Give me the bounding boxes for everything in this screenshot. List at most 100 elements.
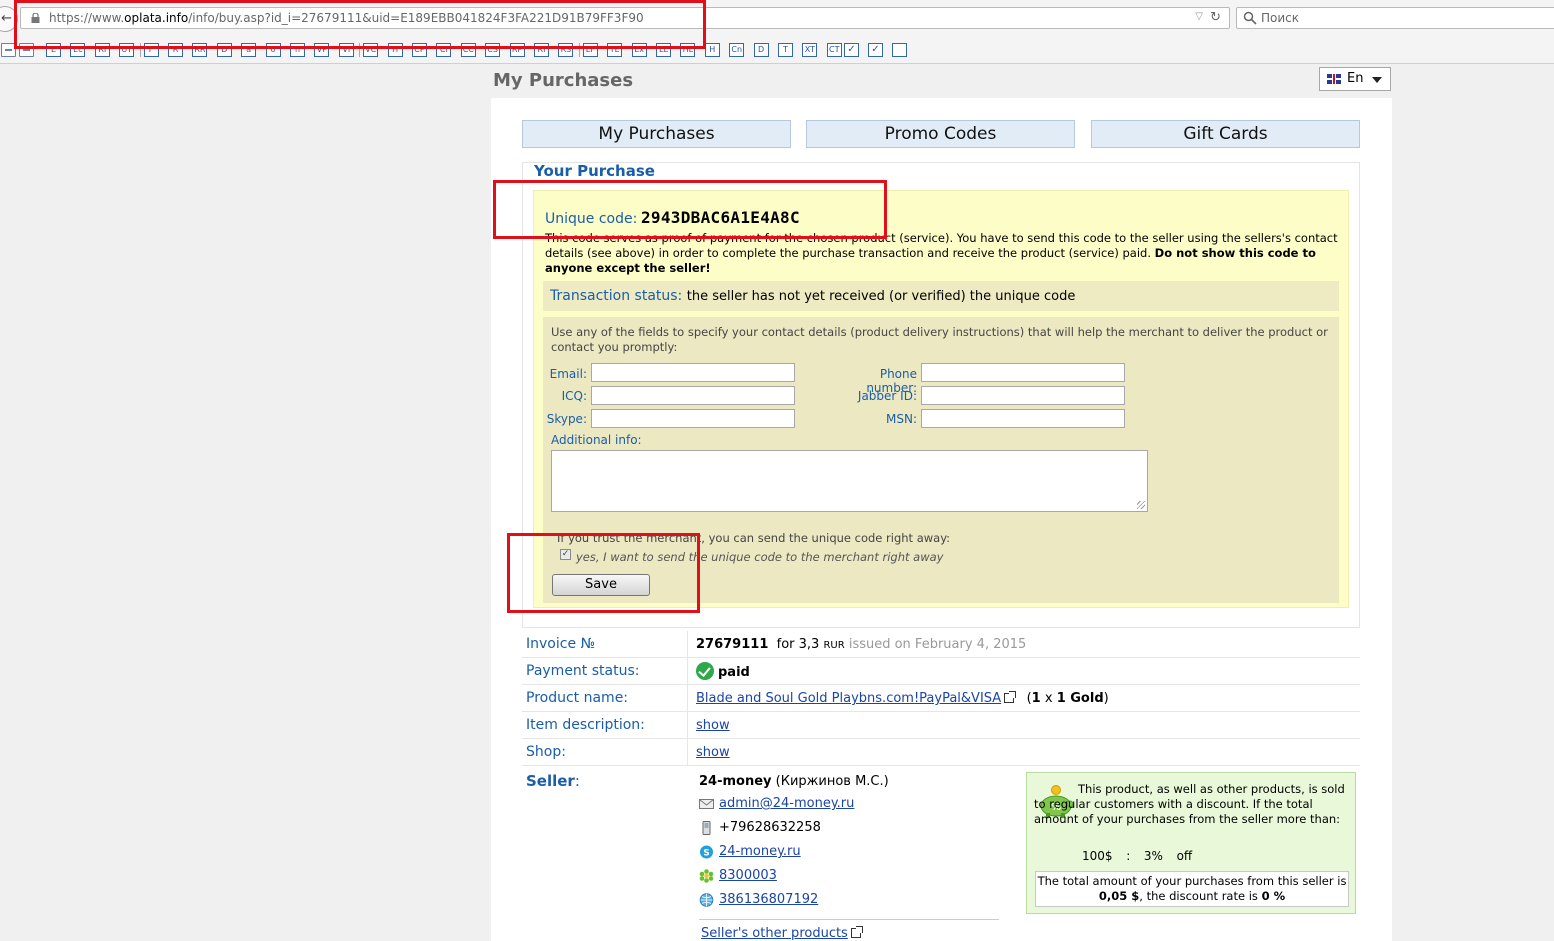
toolbar-toggle-icon[interactable]: ✓ [844,43,859,57]
purchase-legend: Your Purchase [534,162,655,180]
toolbar-button-33[interactable]: CT [826,43,842,57]
payment-value: paid [696,662,750,680]
toolbar-button-29[interactable]: Cn [729,43,745,57]
msn-label: MSN: [886,412,917,426]
seller-label-colon: : [574,772,580,790]
toolbar-button-14[interactable]: VC [363,43,379,57]
toolbar-button-22[interactable]: RS [558,43,574,57]
icq-field[interactable] [591,386,795,405]
shop-show-link[interactable]: show [696,745,730,760]
toolbar-button-26[interactable]: LL [656,43,671,57]
send-code-checkbox[interactable]: ✓ [560,549,571,560]
discount-total-mid: , the discount rate is [1139,889,1258,903]
row-divider [687,712,688,738]
toolbar-button-20[interactable]: RP [509,43,525,57]
email-label: Email: [549,367,587,381]
language-select[interactable]: En [1319,67,1391,91]
invoice-value: 27679111 for 3,3 RUR issued on February … [696,637,1026,652]
toolbar-button-16[interactable]: CP [412,43,427,57]
item-description-show-link[interactable]: show [696,718,730,733]
toolbar-button-9[interactable]: a [241,43,257,57]
item-description-row: Item description: show [522,712,1360,739]
product-qty-close: ) [1103,691,1109,706]
toolbar-button-5[interactable]: F [143,43,159,57]
back-button[interactable]: ← [0,6,18,32]
seller-jabber-link[interactable]: 386136807192 [719,892,818,907]
save-button[interactable]: Save [552,574,650,596]
seller-label: Seller: [526,772,580,790]
search-placeholder: Поиск [1261,11,1300,25]
seller-skype-link[interactable]: 24-money.ru [719,844,801,859]
discount-total-rate: 0 % [1261,889,1286,903]
toolbar-button-7[interactable]: RR [192,43,208,57]
product-qty: 1 [1031,691,1041,706]
product-link[interactable]: Blade and Soul Gold Playbns.com!PayPal&V… [696,691,1001,706]
back-arrow-icon: ← [1,11,12,26]
toolbar-button-30[interactable]: D [753,43,769,57]
toolbar-button-18[interactable]: CC [460,43,476,57]
tab-promo-codes[interactable]: Promo Codes [806,120,1075,148]
jabber-field[interactable] [921,386,1125,405]
address-bar[interactable]: https://www.oplata.info/info/buy.asp?id_… [20,7,1230,29]
toolbar-button-23[interactable]: LF [582,43,598,57]
search-bar[interactable]: Поиск [1236,7,1554,29]
seller-icq-link[interactable]: 8300003 [719,868,777,883]
toolbar-button-3[interactable]: RI [94,43,110,57]
toolbar-button-32[interactable]: XT [802,43,818,57]
toolbar-button-1[interactable]: E [46,43,61,57]
seller-other-products-link[interactable]: Seller's other products [701,926,848,941]
external-link-icon[interactable] [850,926,863,938]
toolbar-button-13[interactable]: VI [338,43,354,57]
toolbar-button-21[interactable]: RI [534,43,549,57]
discount-total-prefix: The total amount of your purchases from … [1037,874,1347,888]
toolbar-button-31[interactable]: T [778,43,793,57]
toolbar-button-28[interactable]: H [704,43,720,57]
toolbar-button-6[interactable]: R [168,43,183,57]
skype-icon: S [700,845,713,859]
additional-info-textarea[interactable] [551,450,1148,512]
seller-email-link[interactable]: admin@24-money.ru [719,796,854,811]
toolbar-button-4[interactable]: UT [119,43,135,57]
tab-gift-cards[interactable]: Gift Cards [1091,120,1360,148]
toolbar-button-25[interactable]: Ex [631,43,647,57]
contact-form: Use any of the fields to specify your co… [543,317,1339,603]
reload-icon[interactable]: ↻ [1210,10,1221,25]
discount-off: off [1176,849,1193,863]
skype-field[interactable] [591,409,795,428]
phone-field[interactable] [921,363,1125,382]
toolbar-button-19[interactable]: CS [485,43,501,57]
discount-total-amount: 0,05 $ [1098,889,1140,903]
contact-intro: Use any of the fields to specify your co… [551,325,1328,354]
history-dropdown-icon[interactable]: ▽ [1195,11,1203,22]
send-code-label[interactable]: yes, I want to send the unique code to t… [576,550,943,564]
extension-toolbar: E Ec RI UT F R RR Da o n VP VI VC H CP CI CC CS RP RI RS LF TE… [0,41,1554,59]
toolbar-button-2[interactable]: Ec [70,43,86,57]
svg-text:S: S [703,849,709,859]
tab-my-purchases[interactable]: My Purchases [522,120,791,148]
toolbar-button-12[interactable]: VP [314,43,330,57]
resize-grip-icon[interactable] [1137,501,1145,509]
email-field[interactable] [591,363,795,382]
url-text[interactable]: https://www.oplata.info/info/buy.asp?id_… [49,11,644,25]
msn-field[interactable] [921,409,1125,428]
toolbar-button-24[interactable]: TE [607,43,623,57]
icq-label: ICQ: [561,389,587,403]
toolbar-button-10[interactable]: o [265,43,281,57]
external-link-icon[interactable] [1004,691,1017,703]
url-prefix: https://www. [49,11,125,25]
toolbar-toggle-icon[interactable]: ✓ [868,43,883,57]
extension-icon[interactable] [1,43,16,57]
toolbar-button-8[interactable]: D [216,43,232,57]
toolbar-button-27[interactable]: HL [680,43,696,57]
toolbar-toggle-icon[interactable] [892,43,907,57]
payment-label: Payment status: [526,663,640,679]
toolbar-button-15[interactable]: H [387,43,403,57]
seller-other-products: Seller's other products [701,926,863,941]
invoice-label: Invoice № [526,636,596,652]
toolbar-button-17[interactable]: CI [436,43,452,57]
row-divider [687,739,688,765]
product-row: Product name: Blade and Soul Gold Playbn… [522,685,1360,712]
extension-icon[interactable] [19,43,34,57]
seller-name-line: 24-money (Киржинов М.С.) [699,774,889,794]
toolbar-button-11[interactable]: n [290,43,305,57]
